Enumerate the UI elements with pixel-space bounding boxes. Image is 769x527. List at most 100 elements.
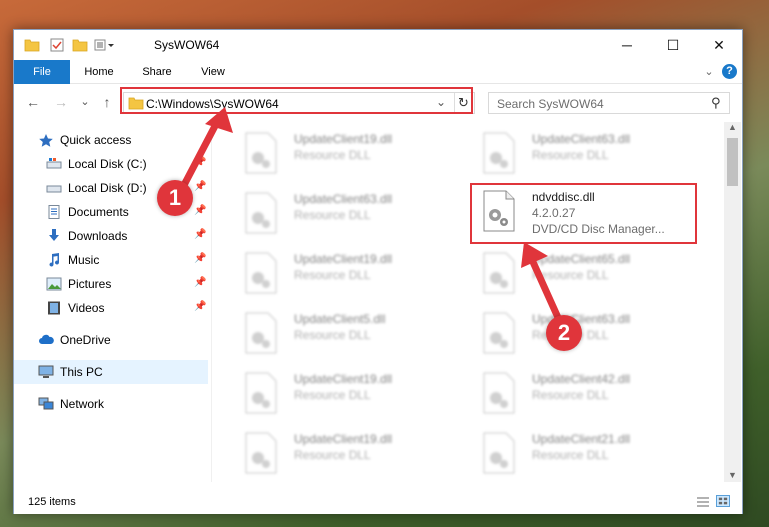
dll-file-icon (483, 372, 515, 414)
dll-file-icon (483, 132, 515, 174)
search-box[interactable]: Search SysWOW64 ⚲ (488, 92, 730, 114)
scrollbar-thumb[interactable] (727, 138, 738, 186)
file-tile[interactable]: UpdateClient42.dll Resource DLL (460, 366, 690, 418)
drive-icon (46, 158, 62, 169)
title-bar: SysWOW64 ─ ☐ ✕ (14, 30, 742, 60)
pictures-icon (46, 277, 62, 291)
customize-toolbar-icon[interactable] (94, 38, 116, 52)
file-tile[interactable]: UpdateClient65.dll Resource DLL (460, 246, 690, 298)
file-tile[interactable]: UpdateClient19.dll Resource DLL (222, 366, 452, 418)
back-button[interactable]: ← (24, 94, 42, 110)
new-folder-icon[interactable] (72, 38, 88, 52)
forward-button[interactable]: → (52, 94, 70, 110)
nav-label: Documents (68, 205, 129, 219)
file-description: Resource DLL (294, 328, 371, 342)
file-highlight-box (470, 183, 697, 244)
file-description: Resource DLL (294, 448, 371, 462)
ribbon: File Home Share View ⌄ ? (14, 60, 742, 84)
nav-label: This PC (60, 365, 103, 379)
pin-icon: 📌 (194, 229, 207, 240)
file-tile[interactable]: UpdateClient63.dll Resource DLL (460, 126, 690, 178)
nav-item-music[interactable]: Music 📌 (14, 248, 208, 272)
dll-file-icon (483, 432, 515, 474)
navigation-pane: Quick access Local Disk (C:) 📌 Local Dis… (14, 122, 210, 482)
dll-file-icon (245, 192, 277, 234)
file-name: UpdateClient21.dll (532, 432, 631, 446)
file-description: Resource DLL (532, 448, 609, 462)
nav-label: OneDrive (60, 333, 111, 347)
file-tile[interactable]: UpdateClient19.dll Resource DLL (222, 246, 452, 298)
dll-file-icon (245, 252, 277, 294)
search-icon[interactable]: ⚲ (711, 95, 721, 111)
nav-label: Local Disk (D:) (68, 181, 147, 195)
file-tile[interactable]: UpdateClient5.dll Resource DLL (222, 306, 452, 358)
pin-icon: 📌 (194, 301, 207, 312)
nav-label: Downloads (68, 229, 128, 243)
large-icons-view-icon[interactable] (716, 495, 730, 507)
nav-item-this-pc[interactable]: This PC (14, 360, 208, 384)
file-description: Resource DLL (532, 268, 609, 282)
nav-label: Network (60, 397, 105, 411)
file-name: UpdateClient63.dll (294, 192, 393, 206)
close-button[interactable]: ✕ (696, 30, 742, 60)
file-name: UpdateClient63.dll (532, 132, 631, 146)
file-description: Resource DLL (294, 148, 371, 162)
dll-file-icon (245, 432, 277, 474)
network-icon (38, 397, 54, 410)
nav-item-network[interactable]: Network (14, 392, 208, 416)
nav-item-local-disk-c[interactable]: Local Disk (C:) 📌 (14, 152, 208, 176)
videos-icon (48, 301, 60, 315)
nav-item-pictures[interactable]: Pictures 📌 (14, 272, 208, 296)
properties-icon[interactable] (50, 38, 64, 52)
file-name: UpdateClient65.dll (532, 252, 631, 266)
nav-label: Pictures (68, 277, 112, 291)
minimize-button[interactable]: ─ (604, 30, 650, 60)
expand-ribbon-icon[interactable]: ⌄ (700, 60, 718, 84)
nav-item-quick-access[interactable]: Quick access (14, 128, 208, 152)
window-title: SysWOW64 (154, 38, 220, 52)
file-tile[interactable]: UpdateClient21.dll Resource DLL (460, 426, 690, 478)
file-description: Resource DLL (294, 388, 371, 402)
nav-item-videos[interactable]: Videos 📌 (14, 296, 208, 320)
drive-icon (46, 185, 62, 193)
file-tile[interactable]: UpdateClient63.dll Resource DLL (222, 186, 452, 238)
file-name: UpdateClient63.dll (532, 312, 631, 326)
vertical-scrollbar[interactable]: ▲ ▼ (724, 122, 741, 482)
search-input[interactable]: Search SysWOW64 (497, 97, 604, 111)
computer-icon (38, 365, 54, 378)
step-2-badge: 2 (546, 315, 582, 351)
file-tile[interactable]: UpdateClient19.dll Resource DLL (222, 126, 452, 178)
nav-label: Local Disk (C:) (68, 157, 147, 171)
address-highlight-box (120, 87, 473, 114)
nav-label: Quick access (60, 133, 132, 147)
file-tile[interactable]: UpdateClient19.dll Resource DLL (222, 426, 452, 478)
recent-locations-button[interactable]: ⌄ (76, 94, 94, 110)
documents-icon (48, 205, 60, 219)
details-view-icon[interactable] (696, 496, 710, 508)
file-list: UpdateClient19.dll Resource DLL UpdateCl… (211, 122, 723, 482)
pin-icon: 📌 (194, 277, 207, 288)
file-name: UpdateClient19.dll (294, 132, 393, 146)
status-bar: 125 items (14, 490, 742, 514)
tab-home[interactable]: Home (76, 60, 122, 84)
dll-file-icon (483, 252, 515, 294)
help-icon[interactable]: ? (722, 64, 737, 79)
up-button[interactable]: ↑ (98, 94, 116, 110)
download-icon (49, 229, 59, 241)
file-name: UpdateClient42.dll (532, 372, 631, 386)
tab-file[interactable]: File (14, 60, 70, 84)
file-description: Resource DLL (532, 148, 609, 162)
tab-share[interactable]: Share (134, 60, 180, 84)
nav-item-onedrive[interactable]: OneDrive (14, 328, 208, 352)
dll-file-icon (245, 372, 277, 414)
nav-label: Music (68, 253, 100, 267)
dll-file-icon (245, 312, 277, 354)
tab-view[interactable]: View (190, 60, 236, 84)
file-name: UpdateClient19.dll (294, 372, 393, 386)
scroll-down-icon[interactable]: ▼ (728, 470, 737, 480)
step-1-badge: 1 (157, 180, 193, 216)
file-description: Resource DLL (294, 268, 371, 282)
maximize-button[interactable]: ☐ (650, 30, 696, 60)
scroll-up-icon[interactable]: ▲ (728, 122, 737, 132)
nav-item-downloads[interactable]: Downloads 📌 (14, 224, 208, 248)
